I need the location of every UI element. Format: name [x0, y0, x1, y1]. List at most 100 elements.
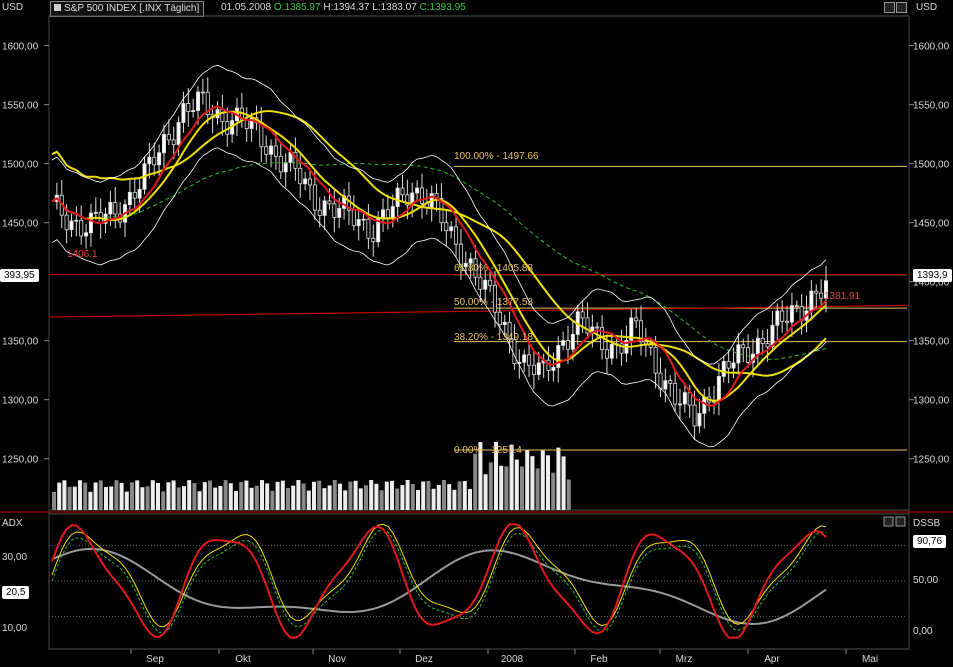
candle-body [93, 211, 98, 214]
candlesticks [54, 77, 829, 440]
restore-indicator-icon[interactable] [883, 516, 894, 527]
candle-body [692, 404, 697, 427]
candle-body [561, 340, 566, 346]
volume-bar [249, 487, 254, 510]
indicator-lines: 30,00 10,00 50,00 0,00 [2, 523, 938, 639]
candle-body [775, 310, 780, 326]
volume-bar [52, 492, 56, 510]
candle-body [527, 354, 532, 366]
volume-bar [395, 488, 400, 510]
candle-body [789, 305, 794, 323]
candle-body [780, 310, 785, 322]
y-tick-left: 1500,00 [2, 160, 39, 171]
volume-bar [343, 490, 348, 510]
volume-bar [317, 480, 322, 510]
volume-bar [119, 482, 124, 510]
volume-bar [338, 483, 342, 510]
candle-body [634, 317, 639, 322]
volume-bar [431, 488, 436, 510]
volume-bar [322, 488, 327, 510]
volume-bar [556, 447, 561, 510]
volume-bar [275, 481, 280, 510]
y-tick-right: 1450,00 [913, 219, 950, 230]
candle-body [726, 360, 731, 369]
y-tick-right: 1550,00 [913, 101, 950, 112]
fib-label-618: 61.80% - 1405.88 [454, 263, 533, 274]
y-tick-right: 1250,00 [913, 455, 950, 466]
volume-bar [530, 456, 535, 510]
volume-bar [62, 480, 67, 510]
volume-bar [140, 487, 145, 510]
x-tick-label: Sep [146, 654, 164, 665]
candle-body [449, 226, 454, 232]
candle-body [716, 375, 721, 402]
candle-body [191, 110, 196, 112]
candle-body [478, 276, 483, 290]
candle-body [454, 226, 459, 245]
y-tick-left: 1300,00 [2, 396, 39, 407]
volume-bar [468, 488, 472, 510]
volume-bar [166, 482, 171, 510]
candle-body [332, 203, 337, 218]
candle-body [419, 187, 424, 204]
volume-bar [364, 485, 368, 510]
volume-bar [218, 485, 223, 510]
candle-body [186, 103, 191, 112]
fib-label-100: 100.00% - 1497.66 [454, 151, 539, 162]
volume-bar [483, 474, 488, 510]
candle-body [244, 120, 249, 129]
dssb-label: DSSB [913, 518, 941, 529]
x-tick-label: Nov [328, 654, 346, 665]
volume-bar [447, 484, 452, 510]
fib-label-50: 50.00% - 1377.53 [454, 297, 533, 308]
candle-body [536, 362, 541, 375]
volume-bar [124, 491, 129, 510]
volume-bar [353, 480, 358, 510]
volume-bar [551, 472, 556, 510]
adx-tick: 10,00 [2, 623, 27, 634]
y-axis-left: 1600,00 1550,00 1500,00 1450,00 1350,00 1300,… [2, 42, 49, 466]
candle-body [677, 403, 682, 406]
x-tick-label: Apr [764, 654, 780, 665]
volume-bar [93, 482, 98, 510]
x-tick-label: Mai [862, 654, 878, 665]
ma-yellow-long [51, 110, 827, 377]
candle-body [127, 191, 132, 206]
candle-body [312, 184, 317, 211]
candle-body [522, 354, 527, 363]
candle-body [819, 292, 824, 299]
candle-body [327, 200, 332, 205]
candle-body [400, 187, 405, 196]
candle-body [108, 201, 113, 215]
candle-body [69, 220, 74, 231]
y-tick-left: 1550,00 [2, 101, 39, 112]
ma-red [51, 105, 827, 407]
y-tick-left: 1600,00 [2, 42, 39, 53]
candle-body [132, 191, 137, 199]
candle-body [604, 349, 609, 359]
candle-body [166, 134, 171, 141]
candle-body [278, 155, 283, 173]
candle-body [137, 188, 142, 199]
x-tick-label: Okt [235, 654, 251, 665]
volume-bar [228, 483, 233, 510]
volume-bar [223, 480, 228, 510]
x-tick-label: Dez [415, 654, 433, 665]
volume-bar [192, 483, 197, 510]
candle-body [814, 290, 819, 294]
candle-body [79, 219, 84, 237]
candle-body [361, 218, 366, 221]
candle-body [415, 187, 420, 194]
candle-body [570, 334, 575, 350]
candle-body [755, 337, 760, 355]
volume-bar [296, 480, 301, 510]
volume-bar [78, 480, 82, 510]
close-indicator-icon[interactable] [895, 516, 906, 527]
moving-averages [51, 64, 827, 448]
candle-body [283, 162, 288, 173]
fib-label-382: 38.20% - 1349.18 [454, 332, 533, 343]
volume-bar [312, 481, 316, 510]
candle-body [351, 209, 356, 227]
volume-bar [348, 481, 353, 510]
candle-body [74, 219, 79, 222]
